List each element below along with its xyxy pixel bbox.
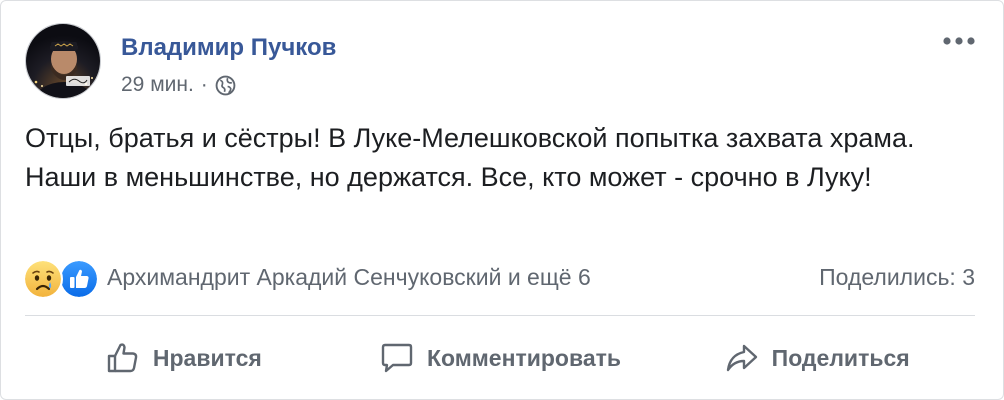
comment-label: Комментировать	[426, 344, 622, 371]
post-header: Владимир Пучков 29 мин. ·	[25, 23, 979, 113]
more-options-button[interactable]	[939, 29, 979, 53]
actions-divider	[25, 315, 975, 316]
like-label: Нравится	[152, 344, 262, 371]
post-card: Владимир Пучков 29 мин. · Отцы, братья и…	[0, 0, 1004, 400]
thumbs-up-icon	[107, 343, 138, 373]
sad-reaction-icon	[23, 259, 63, 299]
reactions-summary[interactable]: Архимандрит Аркадий Сенчуковский и ещё 6	[107, 264, 591, 291]
post-text: Отцы, братья и сёстры! В Луке-Мелешковск…	[25, 123, 915, 192]
meta-separator: ·	[200, 73, 208, 96]
reaction-icons[interactable]	[23, 257, 103, 299]
post-meta: 29 мин. ·	[121, 72, 236, 98]
profile-photo	[26, 24, 100, 98]
like-reaction-icon	[59, 259, 99, 299]
share-label: Поделиться	[771, 344, 910, 371]
comment-button[interactable]: Комментировать	[342, 325, 659, 391]
like-button[interactable]: Нравится	[25, 325, 342, 391]
post-timestamp[interactable]: 29 мин.	[121, 73, 194, 97]
author-name[interactable]: Владимир Пучков	[121, 34, 336, 62]
comment-icon	[381, 343, 413, 373]
share-button[interactable]: Поделиться	[658, 325, 975, 391]
shares-count[interactable]: Поделились: 3	[819, 264, 975, 291]
globe-icon[interactable]	[215, 75, 236, 96]
share-arrow-icon	[726, 344, 757, 372]
avatar[interactable]	[25, 23, 101, 99]
more-horizontal-icon	[943, 37, 975, 45]
post-actions: Нравится Комментировать Поделиться	[25, 325, 975, 391]
reactions-bar: Архимандрит Аркадий Сенчуковский и ещё 6…	[23, 255, 975, 299]
